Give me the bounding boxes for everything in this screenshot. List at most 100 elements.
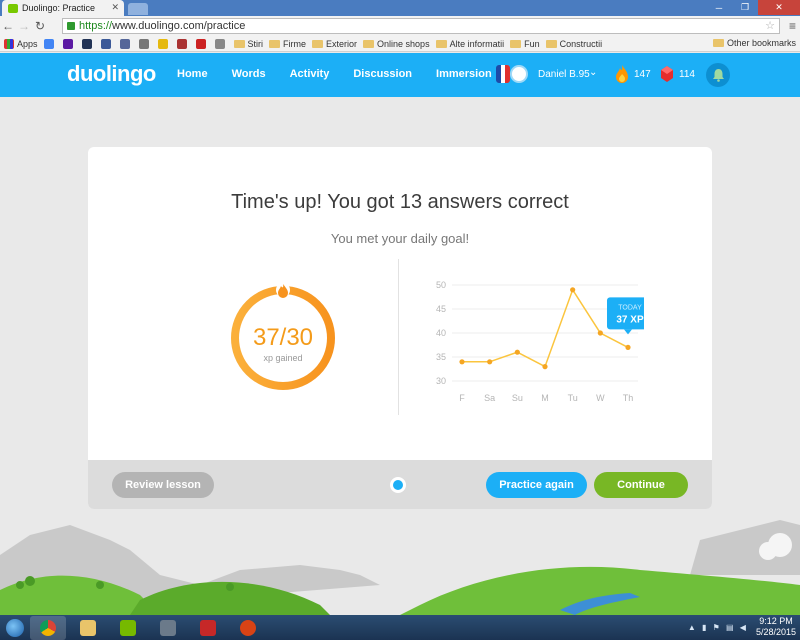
bookmark-folder-stiri[interactable]: Stiri (233, 39, 263, 49)
progress-dot-icon (390, 477, 406, 493)
xp-history-chart: 50 45 40 35 30 F Sa Su M Tu W Th TODAY 37 XP (436, 280, 644, 403)
data-point (542, 364, 548, 370)
taskbar-nvidia[interactable] (110, 616, 146, 640)
flame-icon (276, 283, 290, 298)
app-red-icon (200, 619, 216, 636)
windows-logo-icon (6, 618, 24, 637)
google-icon (43, 38, 54, 49)
folder-icon (545, 39, 557, 48)
bookmark-icon-3[interactable] (81, 38, 95, 49)
tooltip-pointer (624, 329, 632, 335)
clock[interactable]: 9:12 PM 5/28/2015 (756, 616, 796, 638)
bookmark-star-icon[interactable]: ☆ (765, 19, 775, 32)
x-tick-label: F (459, 393, 465, 403)
practice-again-button[interactable]: Practice again (486, 472, 587, 498)
yahoo-icon (62, 38, 73, 49)
site-icon (81, 38, 92, 49)
streak-count: 147 (634, 69, 651, 80)
reload-icon[interactable]: ↻ (32, 19, 48, 33)
duolingo-favicon-icon (8, 3, 18, 13)
notifications-button[interactable] (706, 63, 730, 87)
lock-icon (67, 22, 75, 30)
nav-activity[interactable]: Activity (290, 68, 330, 80)
result-title: Time's up! You got 13 answers correct (231, 191, 569, 213)
bookmark-icon-1[interactable] (43, 38, 57, 49)
other-bookmarks[interactable]: Other bookmarks (712, 38, 796, 48)
avatar[interactable] (510, 65, 528, 83)
bookmark-icon-8[interactable] (176, 38, 190, 49)
bookmark-folder-alte-informatii[interactable]: Alte informatii (435, 39, 504, 49)
bookmark-folder-exterior[interactable]: Exterior (312, 39, 357, 49)
review-lesson-button[interactable]: Review lesson (112, 472, 214, 498)
bookmark-folder-fun[interactable]: Fun (510, 39, 540, 49)
bookmark-icon-7[interactable] (157, 38, 171, 49)
tray-icons[interactable]: ▲ ▮ ⚑ ▤ ◀ (688, 623, 748, 632)
new-tab-button[interactable] (128, 3, 148, 15)
nav-immersion[interactable]: Immersion (436, 68, 492, 80)
y-tick-label: 30 (436, 376, 446, 386)
xp-label: xp gained (263, 353, 303, 363)
taskbar-explorer[interactable] (70, 616, 106, 640)
forward-arrow-icon[interactable]: → (16, 19, 32, 33)
tab-title: Duolingo: Practice (22, 3, 96, 13)
chevron-down-icon[interactable]: ⌄ (589, 67, 597, 78)
lingot-count: 114 (679, 69, 695, 80)
bookmark-icon-5[interactable] (119, 38, 133, 49)
apps-grid-icon (4, 38, 14, 49)
xp-value: 37/30 (252, 324, 314, 351)
taskbar-app-m[interactable] (150, 616, 186, 640)
y-tick-label: 40 (436, 328, 446, 338)
card-footer: Review lesson Practice again Continue (88, 460, 712, 509)
taskbar-app-red[interactable] (190, 616, 226, 640)
bookmarks-bar: Apps Stiri Firme Exterior Online shops A… (0, 36, 800, 52)
nav-home[interactable]: Home (177, 68, 208, 80)
duolingo-header: duolingo Home Words Activity Discussion … (0, 53, 800, 97)
chrome-menu-icon[interactable]: ≡ (789, 19, 796, 33)
clock-time: 9:12 PM (759, 616, 793, 626)
nav-discussion[interactable]: Discussion (353, 68, 412, 80)
daily-goal-message: You met your daily goal! (330, 231, 470, 246)
site-icon (176, 38, 187, 49)
clock-date: 5/28/2015 (755, 627, 796, 637)
continue-button[interactable]: Continue (594, 472, 688, 498)
minimize-icon[interactable]: ─ (706, 0, 732, 15)
maximize-icon[interactable]: ❐ (732, 0, 758, 15)
series-line (462, 288, 629, 368)
browser-tab[interactable]: Duolingo: Practice ✕ (2, 0, 124, 16)
folder-icon (712, 39, 724, 47)
window-close-icon[interactable]: ✕ (758, 0, 800, 15)
folder-icon (80, 619, 96, 636)
duolingo-logo[interactable]: duolingo (67, 61, 156, 87)
streak-flame-icon (616, 65, 628, 83)
y-tick-label: 50 (436, 280, 446, 290)
bookmark-icon-10[interactable] (214, 38, 228, 49)
nav-words[interactable]: Words (232, 68, 266, 80)
folder-icon (435, 39, 447, 48)
bookmark-apps[interactable]: Apps (4, 38, 38, 49)
windows-taskbar: ▲ ▮ ⚑ ▤ ◀ 9:12 PM 5/28/2015 (0, 615, 800, 640)
french-flag-icon[interactable] (496, 65, 510, 83)
bookmark-folder-online-shops[interactable]: Online shops (363, 39, 430, 49)
back-arrow-icon[interactable]: ← (0, 19, 16, 33)
bookmark-folder-firme[interactable]: Firme (269, 39, 306, 49)
bookmark-icon-9[interactable] (195, 38, 209, 49)
browser-toolbar: ← → ↻ https:// www.duolingo.com/practice… (0, 16, 800, 36)
x-tick-label: Th (623, 393, 634, 403)
app-m-icon (160, 619, 176, 636)
x-tick-label: W (596, 393, 605, 403)
taskbar-chrome[interactable] (30, 615, 66, 640)
start-button[interactable] (0, 616, 30, 640)
bookmark-folder-constructii[interactable]: Constructii (545, 39, 602, 49)
site-icon (214, 38, 225, 49)
taskbar-app-globe[interactable] (230, 616, 266, 640)
bookmark-icon-2[interactable] (62, 38, 76, 49)
username[interactable]: Daniel B.95 (538, 69, 590, 80)
site-icon (138, 38, 149, 49)
address-bar[interactable]: https:// www.duolingo.com/practice ☆ (62, 18, 780, 34)
bookmark-icon-4[interactable] (100, 38, 114, 49)
bookmark-icon-6[interactable] (138, 38, 152, 49)
bell-icon (712, 69, 724, 82)
folder-icon (269, 39, 281, 48)
data-point (570, 287, 576, 293)
tab-close-icon[interactable]: ✕ (111, 2, 119, 13)
